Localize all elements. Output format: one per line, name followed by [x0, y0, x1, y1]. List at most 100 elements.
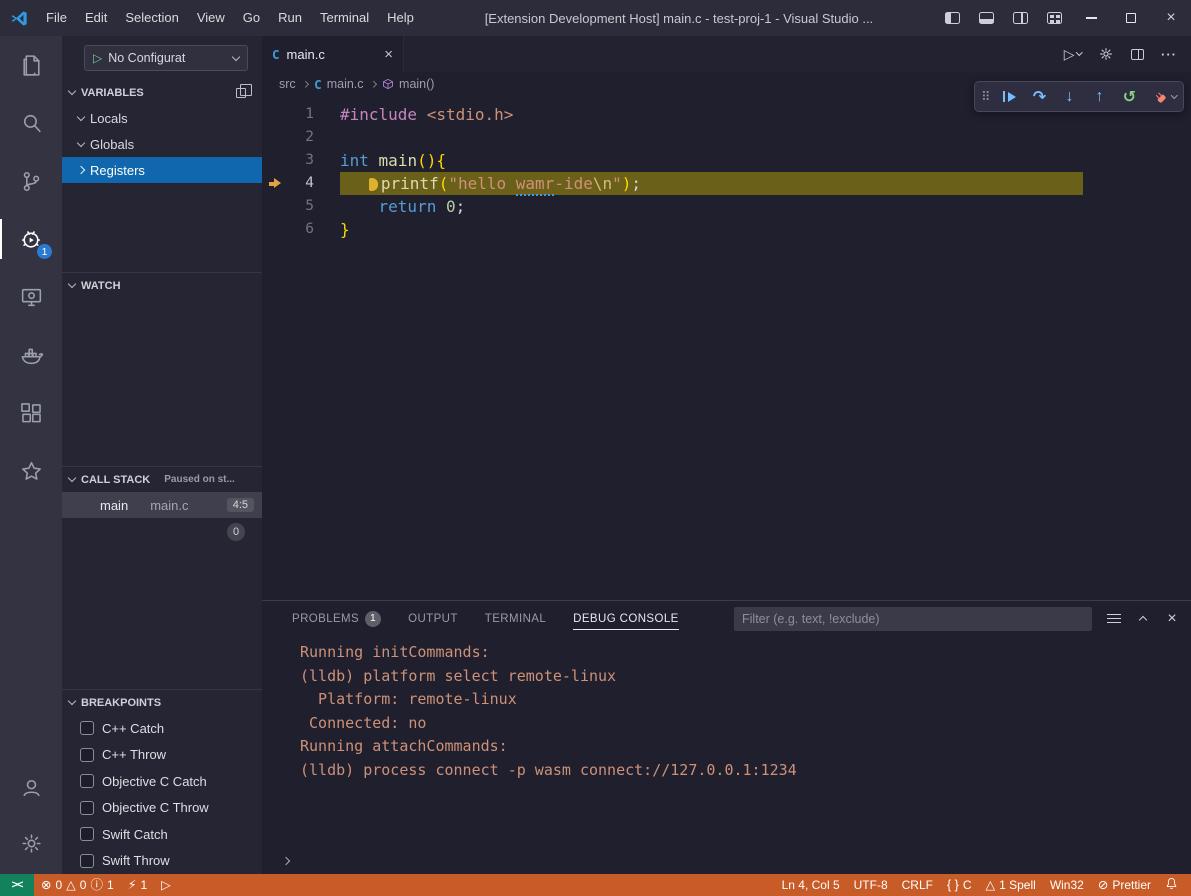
activity-item-run-and-debug[interactable]: 1	[0, 210, 62, 268]
menu-file[interactable]: File	[37, 5, 76, 31]
menu-help[interactable]: Help	[378, 5, 423, 31]
breadcrumb-file[interactable]: main.c	[314, 77, 363, 92]
start-debug-icon: ▷	[93, 51, 102, 65]
variables-item-locals[interactable]: Locals	[62, 105, 262, 131]
problems-status[interactable]: ⊗0 △0 ⓘ1	[34, 874, 121, 896]
menu-run[interactable]: Run	[269, 5, 311, 31]
console-filter-input[interactable]	[734, 607, 1092, 631]
debug-config-dropdown[interactable]: ▷ No Configurat	[84, 45, 248, 71]
panel-tab-terminal[interactable]: TERMINAL	[485, 601, 546, 636]
panel-tab-output[interactable]: OUTPUT	[408, 601, 458, 636]
activity-item-remote-explorer[interactable]	[0, 268, 62, 326]
checkbox[interactable]	[80, 854, 94, 868]
toggle-secondary-sidebar-icon[interactable]	[1003, 0, 1037, 36]
close-panel-icon[interactable]: ×	[1165, 611, 1179, 627]
views-icon[interactable]	[236, 88, 246, 98]
split-editor-icon[interactable]	[1131, 49, 1144, 60]
activity-item-settings[interactable]	[0, 815, 62, 871]
drag-grip-icon[interactable]: ⠿	[981, 89, 991, 105]
close-icon[interactable]: ×	[1151, 0, 1191, 36]
menu-edit[interactable]: Edit	[76, 5, 116, 31]
breadcrumb-symbol[interactable]: main()	[382, 77, 434, 91]
menu-selection[interactable]: Selection	[116, 5, 187, 31]
activity-item-search[interactable]	[0, 94, 62, 152]
gutter-glyph-margin[interactable]	[262, 218, 288, 241]
maximize-panel-icon[interactable]	[1136, 614, 1150, 623]
continue-icon[interactable]	[995, 91, 1025, 102]
gutter-glyph-margin[interactable]	[262, 126, 288, 149]
breakpoint-item-objective-c-catch[interactable]: Objective C Catch	[62, 768, 262, 795]
code-line-2[interactable]: 2	[262, 126, 1191, 149]
activity-item-docker[interactable]	[0, 326, 62, 384]
menu-terminal[interactable]: Terminal	[311, 5, 378, 31]
variables-header[interactable]: VARIABLES	[62, 80, 262, 105]
code-line-5[interactable]: 5 return 0;	[262, 195, 1191, 218]
tab-main-c[interactable]: main.c ×	[262, 36, 404, 72]
inline-breakpoint-icon[interactable]	[369, 178, 378, 191]
minimize-icon[interactable]	[1071, 0, 1111, 36]
menu-go[interactable]: Go	[234, 5, 269, 31]
maximize-icon[interactable]	[1111, 0, 1151, 36]
status-crlf[interactable]: CRLF	[895, 874, 940, 896]
stack-frame-row[interactable]: main main.c 4:5	[62, 492, 262, 518]
panel-tab-problems[interactable]: PROBLEMS1	[292, 601, 381, 636]
status-ln-4-col-5[interactable]: Ln 4, Col 5	[775, 874, 847, 896]
more-actions-icon[interactable]: ···	[1161, 47, 1177, 62]
checkbox[interactable]	[80, 827, 94, 841]
line-number: 4	[288, 172, 314, 195]
activity-item-explorer[interactable]	[0, 36, 62, 94]
step-out-icon[interactable]: ↑	[1085, 88, 1115, 106]
customize-layout-icon[interactable]	[1037, 0, 1071, 36]
code-line-4[interactable]: 4 printf("hello wamr-ide\n");	[262, 172, 1191, 195]
gutter-glyph-margin[interactable]	[262, 103, 288, 126]
activity-item-star[interactable]	[0, 442, 62, 500]
activity-item-accounts[interactable]	[0, 759, 62, 815]
watch-header[interactable]: WATCH	[62, 273, 262, 298]
debug-status[interactable]: ▷	[154, 874, 178, 896]
code-line-3[interactable]: 3int main(){	[262, 149, 1191, 172]
activity-item-source-control[interactable]	[0, 152, 62, 210]
code-editor[interactable]: 1#include <stdio.h>23int main(){4 printf…	[262, 96, 1191, 600]
status-prettier[interactable]: ⊘Prettier	[1091, 874, 1158, 896]
step-over-icon[interactable]: ↷	[1025, 87, 1055, 107]
gutter-glyph-margin[interactable]	[262, 149, 288, 172]
code-line-6[interactable]: 6}	[262, 218, 1191, 241]
activity-item-extensions[interactable]	[0, 384, 62, 442]
breakpoint-item-objective-c-throw[interactable]: Objective C Throw	[62, 795, 262, 822]
breakpoint-item-swift-throw[interactable]: Swift Throw	[62, 848, 262, 875]
close-tab-icon[interactable]: ×	[384, 47, 393, 62]
panel-tab-debug-console[interactable]: DEBUG CONSOLE	[573, 601, 679, 636]
call-stack-header[interactable]: CALL STACK Paused on st...	[62, 467, 262, 492]
variables-item-registers[interactable]: Registers	[62, 157, 262, 183]
console-line: (lldb) process connect -p wasm connect:/…	[300, 759, 1179, 783]
breakpoints-header[interactable]: BREAKPOINTS	[62, 690, 262, 715]
status-c[interactable]: { }C	[940, 874, 979, 896]
checkbox[interactable]	[80, 748, 94, 762]
debug-console-input[interactable]	[262, 848, 1191, 874]
step-into-icon[interactable]: ↓	[1055, 88, 1085, 106]
variables-item-globals[interactable]: Globals	[62, 131, 262, 157]
menu-view[interactable]: View	[188, 5, 234, 31]
breakpoint-item-c-catch[interactable]: C++ Catch	[62, 715, 262, 742]
checkbox[interactable]	[80, 774, 94, 788]
settings-gear-icon[interactable]	[1098, 46, 1114, 62]
gutter-glyph-margin[interactable]	[262, 195, 288, 218]
output-actions-icon[interactable]	[1107, 614, 1121, 624]
checkbox[interactable]	[80, 721, 94, 735]
status-utf-8[interactable]: UTF-8	[847, 874, 895, 896]
status-bell[interactable]	[1158, 874, 1185, 896]
run-or-debug-icon[interactable]: ▷	[1064, 46, 1081, 63]
status-win32[interactable]: Win32	[1043, 874, 1091, 896]
remote-indicator[interactable]: ><	[0, 874, 34, 896]
breakpoint-item-swift-catch[interactable]: Swift Catch	[62, 821, 262, 848]
breadcrumb-folder[interactable]: src	[279, 77, 296, 91]
restart-icon[interactable]: ↺	[1115, 87, 1145, 107]
toggle-sidebar-icon[interactable]	[935, 0, 969, 36]
toggle-panel-icon[interactable]	[969, 0, 1003, 36]
status-1-spell[interactable]: △1 Spell	[978, 874, 1042, 896]
ports-status[interactable]: ⚡1	[121, 874, 154, 896]
checkbox[interactable]	[80, 801, 94, 815]
gutter-glyph-margin[interactable]	[262, 172, 288, 195]
disconnect-icon[interactable]	[1145, 90, 1175, 104]
breakpoint-item-c-throw[interactable]: C++ Throw	[62, 742, 262, 769]
